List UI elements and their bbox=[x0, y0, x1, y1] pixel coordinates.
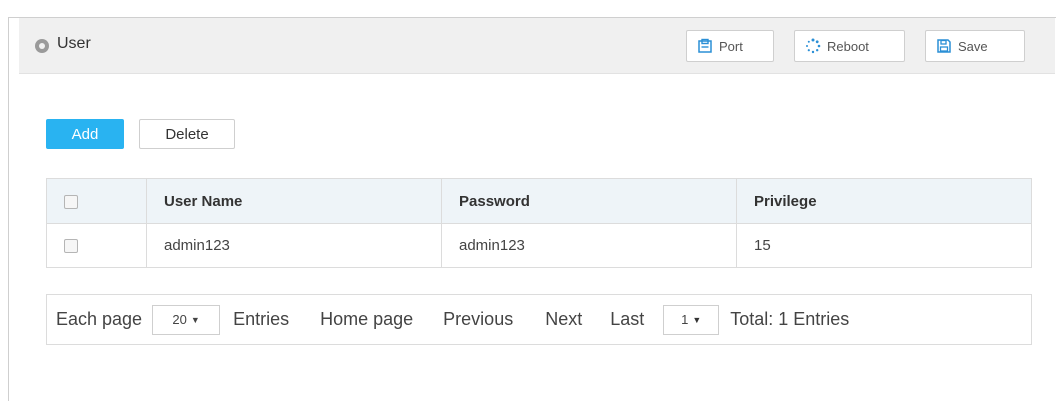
user-table: User Name Password Privilege admin123 ad… bbox=[46, 178, 1032, 268]
column-header-privilege: Privilege bbox=[736, 178, 1032, 224]
select-all-cell bbox=[46, 178, 147, 224]
cell-privilege: 15 bbox=[736, 223, 1032, 268]
save-button-label: Save bbox=[958, 38, 988, 54]
loading-spinner-icon bbox=[805, 38, 821, 54]
reboot-button[interactable]: Reboot bbox=[794, 30, 905, 62]
each-page-label: Each page bbox=[56, 309, 143, 329]
add-button[interactable]: Add bbox=[46, 119, 124, 149]
entries-label: Entries bbox=[233, 309, 290, 329]
save-button[interactable]: Save bbox=[925, 30, 1025, 62]
column-header-user-name: User Name bbox=[146, 178, 442, 224]
cell-password: admin123 bbox=[441, 223, 737, 268]
panel-titlebar: User Port Reboot Save bbox=[19, 18, 1055, 74]
dropdown-arrow-icon: ▼ bbox=[692, 314, 702, 325]
table-header-row: User Name Password Privilege bbox=[46, 178, 1032, 224]
column-header-password: Password bbox=[441, 178, 737, 224]
port-button[interactable]: Port bbox=[686, 30, 774, 62]
reboot-button-label: Reboot bbox=[827, 38, 869, 54]
home-page-link[interactable]: Home page bbox=[320, 309, 413, 330]
delete-button[interactable]: Delete bbox=[139, 119, 235, 149]
pagination-bar: Each page 20 ▼ Entries Home page Previou… bbox=[46, 294, 1032, 345]
location-dot-icon bbox=[35, 39, 49, 53]
select-all-checkbox[interactable] bbox=[64, 194, 78, 209]
row-select-cell bbox=[46, 223, 147, 268]
page-size-value: 20 bbox=[172, 312, 187, 327]
table-row[interactable]: admin123 admin123 15 bbox=[46, 223, 1032, 268]
page-number-select[interactable]: 1 ▼ bbox=[663, 304, 720, 335]
dropdown-arrow-icon: ▼ bbox=[190, 314, 200, 325]
port-icon bbox=[697, 38, 713, 54]
cell-user-name: admin123 bbox=[146, 223, 442, 268]
port-button-label: Port bbox=[719, 38, 743, 54]
floppy-disk-icon bbox=[936, 38, 952, 54]
user-panel: User Port Reboot Save Add Delete User Na… bbox=[8, 17, 1056, 401]
row-checkbox[interactable] bbox=[64, 239, 78, 254]
page-size-select[interactable]: 20 ▼ bbox=[152, 304, 221, 335]
last-page-link[interactable]: Last bbox=[610, 309, 644, 330]
page-title: User bbox=[57, 35, 91, 52]
total-entries-text: Total: 1 Entries bbox=[730, 309, 850, 329]
previous-page-link[interactable]: Previous bbox=[443, 309, 513, 330]
current-page-value: 1 bbox=[681, 312, 689, 327]
next-page-link[interactable]: Next bbox=[545, 309, 582, 330]
